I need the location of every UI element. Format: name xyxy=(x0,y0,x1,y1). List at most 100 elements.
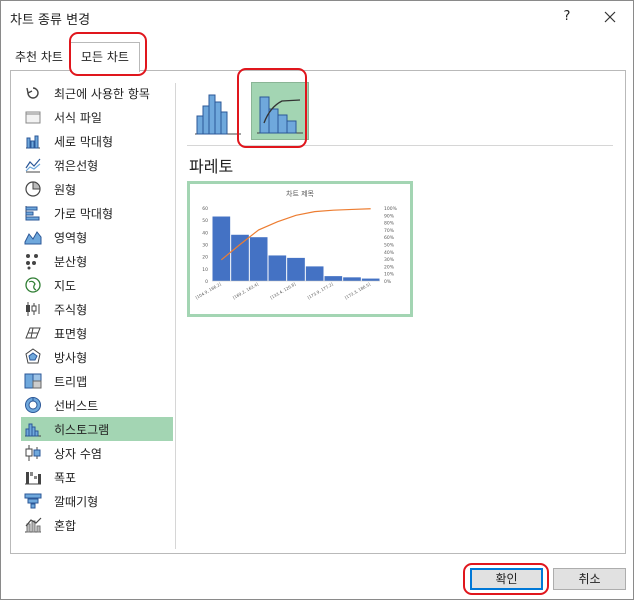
sidebar-item-label: 원형 xyxy=(54,183,77,197)
cancel-button[interactable]: 취소 xyxy=(553,568,626,590)
histogram-bar xyxy=(231,234,249,281)
sidebar-item-label: 주식형 xyxy=(54,303,88,317)
y-tick-label: 20 xyxy=(202,255,208,261)
column-chart-icon xyxy=(26,135,40,149)
scatter-chart-icon xyxy=(26,254,38,270)
y2-tick-label: 100% xyxy=(384,206,398,212)
sidebar-item-label: 서식 파일 xyxy=(54,111,102,125)
bar-chart-icon xyxy=(25,206,40,221)
sidebar-item[interactable]: 최근에 사용한 항목 xyxy=(21,81,173,105)
combo-chart-icon xyxy=(25,517,42,533)
sidebar-item-label: 깔때기형 xyxy=(54,495,99,509)
surface-chart-icon xyxy=(25,327,41,339)
panel-divider xyxy=(175,83,176,549)
line-chart-icon xyxy=(25,158,41,173)
histogram-bar xyxy=(249,237,268,281)
sidebar-item[interactable]: 영역형 xyxy=(21,225,173,249)
tab-strip: 추천 차트 모든 차트 xyxy=(1,41,633,72)
sidebar-item[interactable]: 혼합 xyxy=(21,513,173,537)
sidebar-item[interactable]: 주식형 xyxy=(21,297,173,321)
histogram-bar xyxy=(361,278,380,281)
tab-all-charts[interactable]: 모든 차트 xyxy=(70,42,140,72)
stock-chart-icon xyxy=(26,302,40,316)
sidebar-item-label: 영역형 xyxy=(54,231,88,245)
sidebar-item-label: 혼합 xyxy=(54,519,77,533)
y-tick-label: 30 xyxy=(202,243,208,249)
variant-divider xyxy=(187,145,613,146)
y-tick-label: 0 xyxy=(205,279,208,285)
sidebar-item[interactable]: 표면형 xyxy=(21,321,173,345)
y2-tick-label: 30% xyxy=(384,257,395,263)
x-tick-label: [173.3, 180.5] xyxy=(344,281,372,300)
y2-tick-label: 20% xyxy=(384,264,395,270)
variant-histogram[interactable] xyxy=(189,82,247,140)
sidebar-item-label: 꺾은선형 xyxy=(54,159,99,173)
sidebar-item[interactable]: 세로 막대형 xyxy=(21,129,173,153)
sidebar-item[interactable]: 가로 막대형 xyxy=(21,201,173,225)
chart-variant-gallery xyxy=(187,79,617,143)
sidebar-item[interactable]: 방사형 xyxy=(21,345,173,369)
chart-type-list: 최근에 사용한 항목서식 파일세로 막대형꺾은선형원형가로 막대형영역형분산형지… xyxy=(21,81,175,549)
sidebar-item-label: 세로 막대형 xyxy=(54,135,114,149)
ok-button[interactable]: 확인 xyxy=(470,568,543,590)
y2-tick-label: 0% xyxy=(384,279,392,285)
sidebar-item-label: 히스토그램 xyxy=(54,423,110,437)
sidebar-item[interactable]: 원형 xyxy=(21,177,173,201)
waterfall-chart-icon xyxy=(25,472,41,485)
sidebar-item[interactable]: 상자 수염 xyxy=(21,441,173,465)
help-button[interactable]: ? xyxy=(555,5,579,29)
sidebar-item-label: 가로 막대형 xyxy=(54,207,114,221)
sidebar-item[interactable]: 히스토그램 xyxy=(21,417,173,441)
sidebar-item-label: 표면형 xyxy=(54,327,88,341)
y2-tick-label: 80% xyxy=(384,221,395,227)
chart-preview: 차트 제목 0 10 20 30 40 50 60 0% 10% 20% 30% 40% 50% 60% 70… xyxy=(187,181,413,317)
histogram-chart-icon xyxy=(25,423,41,437)
y-tick-label: 60 xyxy=(202,206,208,212)
sidebar-item[interactable]: 서식 파일 xyxy=(21,105,173,129)
x-tick-label: [133.4, 120.8] xyxy=(269,281,297,300)
change-chart-type-dialog: 차트 종류 변경 ? 추천 차트 모든 차트 최근에 사용한 항목서식 파일세로… xyxy=(0,0,634,600)
variant-title: 파레토 xyxy=(189,157,234,176)
y2-tick-label: 50% xyxy=(384,243,395,249)
y2-tick-label: 70% xyxy=(384,228,395,234)
sidebar-item[interactable]: 폭포 xyxy=(21,465,173,489)
sidebar-item-label: 선버스트 xyxy=(54,399,99,413)
template-folder-icon xyxy=(25,111,41,124)
pareto-preview-chart: 차트 제목 0 10 20 30 40 50 60 0%10% 20%30%40%50% 60%70… xyxy=(195,189,398,300)
y-tick-label: 40 xyxy=(202,230,208,236)
close-button[interactable] xyxy=(598,5,622,29)
sidebar-item[interactable]: 지도 xyxy=(21,273,173,297)
area-chart-icon xyxy=(24,231,42,245)
pareto-variant-icon xyxy=(257,96,303,134)
radar-chart-icon xyxy=(25,348,41,364)
sidebar-item[interactable]: 선버스트 xyxy=(21,393,173,417)
histogram-bar xyxy=(268,255,287,281)
sidebar-item-label: 폭포 xyxy=(54,471,77,485)
tab-recommended-charts[interactable]: 추천 차트 xyxy=(10,46,68,70)
chart-title: 차트 제목 xyxy=(286,189,315,198)
y2-tick-label: 10% xyxy=(384,272,395,278)
treemap-chart-icon xyxy=(24,373,42,389)
sidebar-item-label: 트리맵 xyxy=(54,375,88,389)
histogram-variant-icon xyxy=(195,94,241,135)
sidebar-item-label: 최근에 사용한 항목 xyxy=(54,87,150,101)
histogram-bar xyxy=(324,276,343,281)
funnel-chart-icon xyxy=(24,493,42,509)
sidebar-item[interactable]: 트리맵 xyxy=(21,369,173,393)
y-tick-label: 50 xyxy=(202,218,208,224)
sunburst-chart-icon xyxy=(25,397,41,413)
y2-tick-label: 40% xyxy=(384,250,395,256)
histogram-bar xyxy=(287,257,305,281)
dialog-title: 차트 종류 변경 xyxy=(10,13,91,28)
sidebar-item-label: 방사형 xyxy=(54,351,88,365)
histogram-bar xyxy=(212,216,231,281)
y2-tick-label: 90% xyxy=(384,213,395,219)
sidebar-item-label: 분산형 xyxy=(54,255,88,269)
sidebar-item[interactable]: 깔때기형 xyxy=(21,489,173,513)
histogram-bar xyxy=(305,266,324,281)
variant-pareto[interactable] xyxy=(251,82,309,140)
y2-tick-label: 60% xyxy=(384,235,395,241)
sidebar-item[interactable]: 꺾은선형 xyxy=(21,153,173,177)
sidebar-item[interactable]: 분산형 xyxy=(21,249,173,273)
close-icon xyxy=(604,11,616,23)
